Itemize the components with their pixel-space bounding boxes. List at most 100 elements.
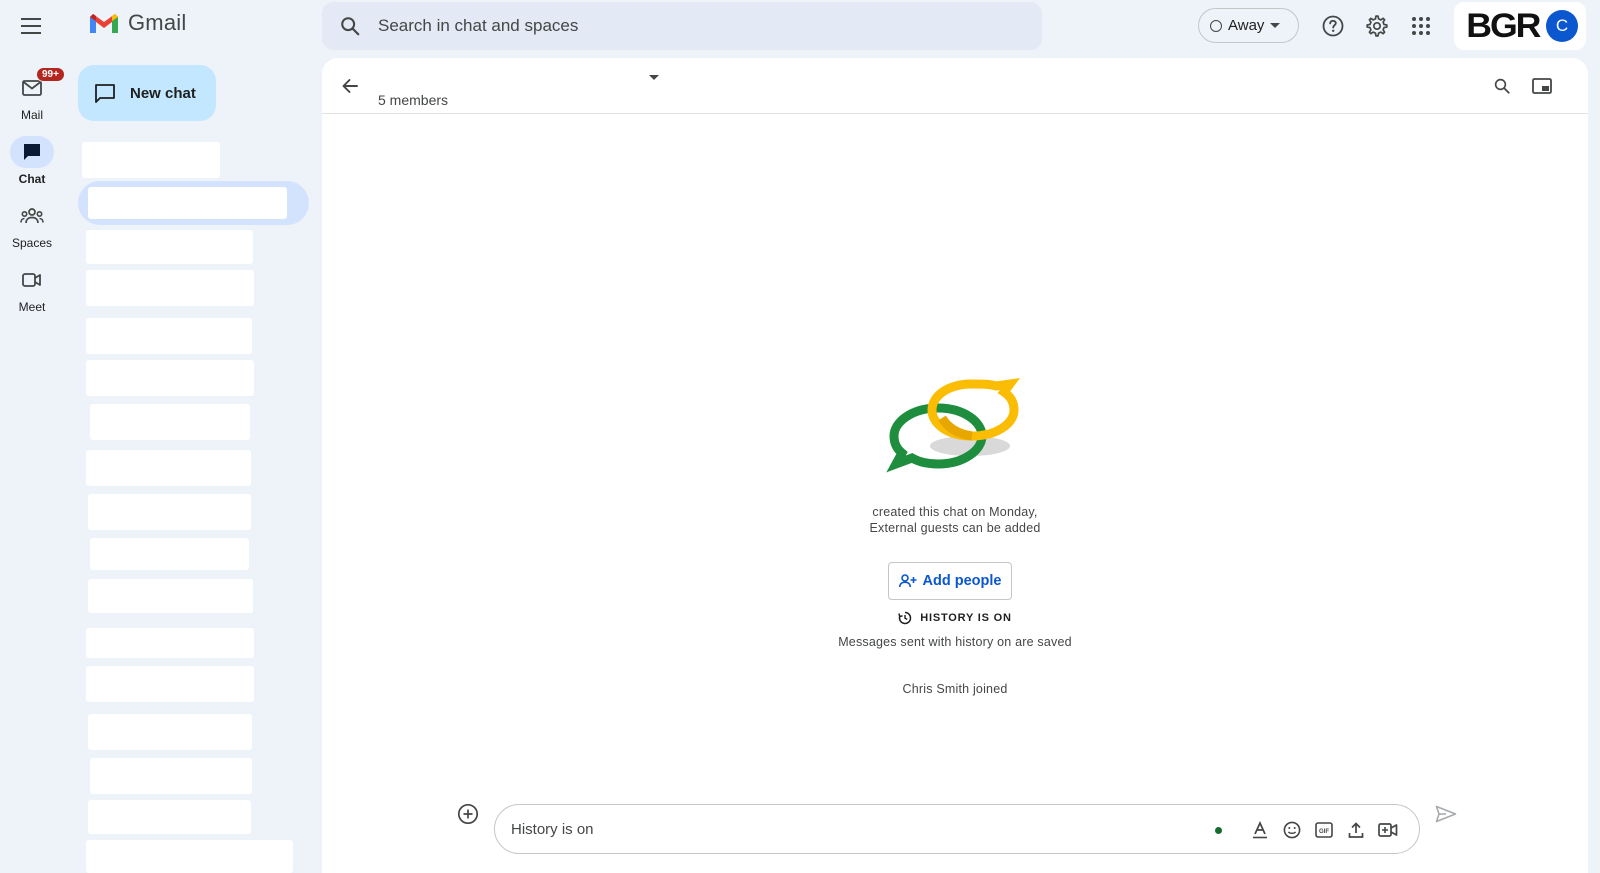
gear-icon <box>1366 15 1388 37</box>
rail-label-spaces: Spaces <box>11 236 53 250</box>
text-format-icon <box>1253 821 1267 839</box>
emoji-button[interactable] <box>1279 817 1305 843</box>
gif-icon: GIF <box>1315 822 1333 838</box>
search-icon[interactable] <box>322 15 378 37</box>
spaces-icon <box>20 208 44 224</box>
brand-logo: BGR <box>1466 6 1541 45</box>
list-item[interactable] <box>86 666 254 702</box>
meet-icon <box>22 273 41 287</box>
gif-button[interactable]: GIF <box>1311 817 1337 843</box>
open-in-popup-button[interactable] <box>1522 66 1562 106</box>
history-status: HISTORY IS ON <box>322 611 1588 625</box>
message-composer[interactable]: GIF <box>494 804 1420 854</box>
avatar[interactable]: C <box>1546 10 1578 42</box>
list-item[interactable] <box>86 270 254 306</box>
rail-label-mail: Mail <box>20 108 43 122</box>
list-item[interactable] <box>90 538 249 570</box>
rail-item-chat[interactable]: Chat <box>0 136 64 186</box>
chat-created-info: created this chat on Monday, External gu… <box>322 504 1588 536</box>
account-area[interactable]: BGR C <box>1454 2 1586 50</box>
list-item[interactable] <box>88 714 252 750</box>
rail-label-chat: Chat <box>18 172 46 186</box>
add-circle-icon <box>457 803 479 825</box>
main-menu-button[interactable] <box>12 6 52 46</box>
list-item-placeholder <box>88 187 287 219</box>
rail-label-meet: Meet <box>18 300 46 314</box>
send-icon <box>1435 805 1457 823</box>
help-icon <box>1322 15 1344 37</box>
list-item[interactable] <box>86 318 252 354</box>
member-joined-event: Chris Smith joined <box>902 682 1008 696</box>
history-on-indicator <box>1215 827 1222 834</box>
guests-line: External guests can be added <box>869 521 1041 535</box>
caret-down-icon <box>649 75 659 80</box>
list-item[interactable] <box>86 840 293 873</box>
apps-button[interactable] <box>1401 6 1441 46</box>
member-count[interactable]: 5 members <box>378 92 448 108</box>
search-in-chat-button[interactable] <box>1482 66 1522 106</box>
hamburger-icon <box>21 18 41 34</box>
list-item[interactable] <box>86 628 254 658</box>
search-input[interactable] <box>378 16 978 36</box>
message-input[interactable] <box>511 820 1191 838</box>
history-subtext: Messages sent with history on are saved <box>838 635 1072 649</box>
app-name: Gmail <box>128 10 187 35</box>
list-item[interactable] <box>90 758 252 794</box>
arrow-back-icon <box>342 79 358 93</box>
emoji-icon <box>1283 821 1301 839</box>
send-button[interactable] <box>1428 796 1464 832</box>
rail-spaces-pill <box>10 200 54 232</box>
chat-bubbles-illustration <box>886 378 1021 473</box>
person-add-icon <box>898 574 917 588</box>
rail-chat-pill <box>10 136 54 168</box>
rail-item-mail[interactable]: 99+ Mail <box>0 67 65 122</box>
history-icon <box>898 611 912 625</box>
status-away-icon <box>1210 19 1222 32</box>
top-bar: Gmail Away <box>0 0 1600 52</box>
mail-icon <box>22 80 42 96</box>
list-item[interactable] <box>86 450 251 486</box>
add-attachment-button[interactable] <box>450 796 486 832</box>
list-item[interactable] <box>86 360 254 396</box>
settings-button[interactable] <box>1357 6 1397 46</box>
add-people-button[interactable]: Add people <box>888 562 1012 600</box>
new-chat-icon <box>95 84 115 103</box>
back-button[interactable] <box>330 66 370 106</box>
list-section-header <box>82 142 220 178</box>
chat-header: 5 members <box>322 58 1588 114</box>
rail-item-meet[interactable]: Meet <box>0 264 64 314</box>
chat-icon <box>24 144 40 160</box>
list-item[interactable] <box>88 579 253 613</box>
upload-file-button[interactable] <box>1343 817 1369 843</box>
rail-meet-pill <box>10 264 54 296</box>
rail-item-spaces[interactable]: Spaces <box>0 200 64 250</box>
gmail-m-icon <box>90 14 118 33</box>
chat-panel: 5 members created this chat on Monday, E… <box>322 58 1588 873</box>
list-item[interactable] <box>86 230 253 264</box>
search-icon <box>1494 78 1510 94</box>
list-item[interactable] <box>90 404 250 440</box>
picture-in-picture-icon <box>1532 78 1552 94</box>
video-meeting-button[interactable] <box>1375 817 1401 843</box>
upload-icon <box>1348 822 1364 838</box>
mail-unread-badge: 99+ <box>36 67 65 82</box>
history-title-text: HISTORY IS ON <box>920 612 1012 624</box>
status-label: Away <box>1228 17 1265 34</box>
add-people-label: Add people <box>922 573 1002 589</box>
help-button[interactable] <box>1313 6 1353 46</box>
chat-title-dropdown[interactable] <box>642 70 666 86</box>
format-text-button[interactable] <box>1247 817 1273 843</box>
new-chat-button[interactable]: New chat <box>78 65 216 121</box>
video-add-icon <box>1378 823 1398 837</box>
gmail-logo[interactable]: Gmail <box>88 10 186 36</box>
apps-grid-icon <box>1412 17 1430 35</box>
created-line: created this chat on Monday, <box>872 505 1038 519</box>
chevron-down-icon <box>1270 22 1281 28</box>
list-item[interactable] <box>88 800 251 834</box>
new-chat-label: New chat <box>130 84 196 102</box>
status-dropdown[interactable]: Away <box>1198 8 1299 43</box>
list-item[interactable] <box>88 494 251 530</box>
svg-text:GIF: GIF <box>1319 829 1329 835</box>
search-bar[interactable] <box>322 2 1042 50</box>
rail-mail-pill: 99+ <box>10 67 65 104</box>
